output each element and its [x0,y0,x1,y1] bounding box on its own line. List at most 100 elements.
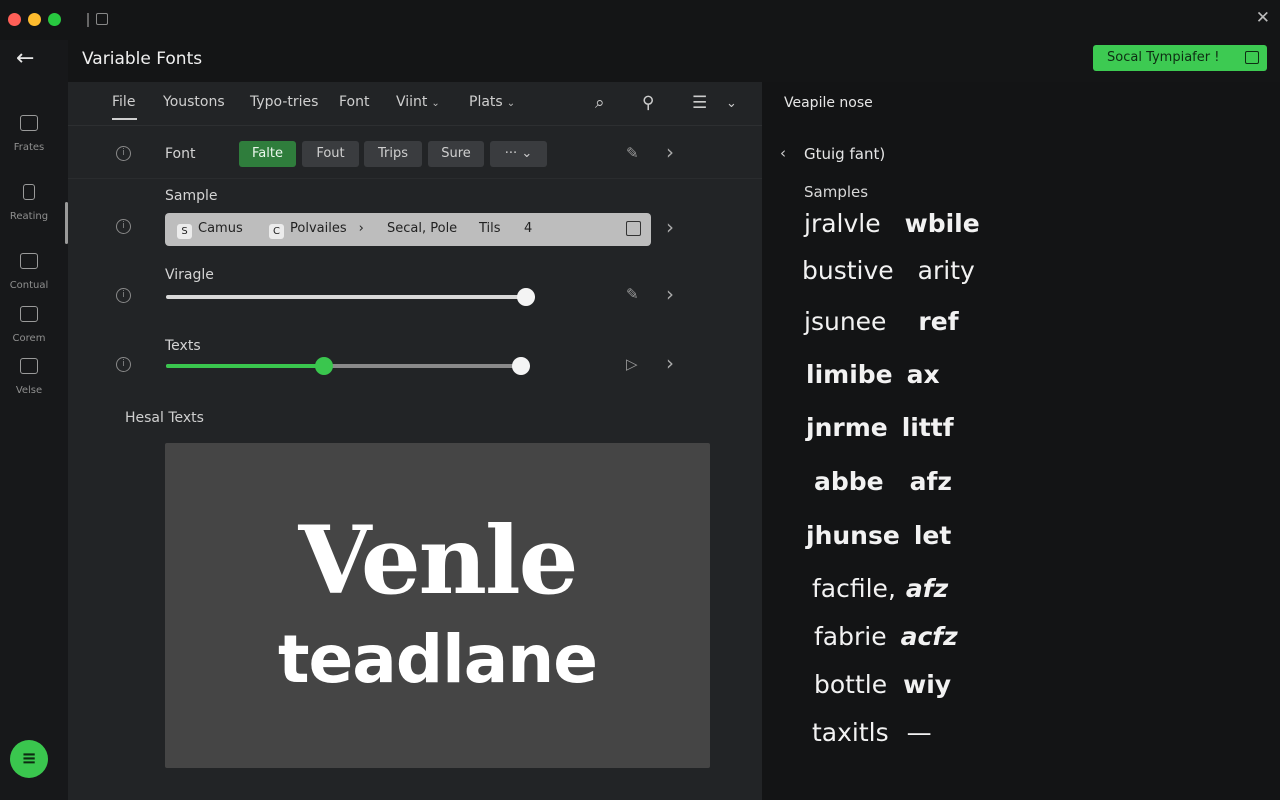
menu-typo-tries[interactable]: Typo-tries [250,94,318,110]
menu-font[interactable]: Font [339,94,369,110]
specimen-word-bold: abbe [814,467,884,496]
sample-badge: S [177,224,192,239]
social-template-button[interactable]: Socal Tympiafer ! [1093,45,1267,71]
back-link[interactable]: Gtuig fant) [804,145,885,163]
slider-handle[interactable] [517,288,535,306]
font-preview-canvas: Venle teadlane [165,443,710,768]
sample-count[interactable]: 4 [524,221,532,236]
specimen-item[interactable]: jralvle wbile [804,209,980,238]
specimen-item[interactable]: jnrme littf [806,413,954,442]
search-icon[interactable]: ⌕ [595,93,605,113]
viragle-slider[interactable] [166,288,535,306]
font-chip-sure[interactable]: Sure [428,141,484,167]
info-icon[interactable]: i [116,288,131,303]
sample-badge: C [269,224,284,239]
font-chip-fout[interactable]: Fout [302,141,359,167]
specimen-item[interactable]: abbe afz [814,467,952,496]
rail-item-reating[interactable]: Reating [0,184,58,223]
play-icon[interactable]: ▷ [626,355,638,373]
rail-item-frates[interactable]: Frates [0,115,58,154]
specimen-item[interactable]: jhunse let [806,521,951,550]
list-icon[interactable]: ☰ [692,93,707,113]
close-icon[interactable]: ✕ [1256,8,1270,28]
font-chip-trips[interactable]: Trips [364,141,422,167]
rail-item-label: Reating [9,211,49,222]
menu-file[interactable]: File [112,94,135,110]
back-arrow-icon[interactable]: ← [16,46,34,71]
specimen-item[interactable]: taxitls — [812,718,932,747]
specimen-item[interactable]: fabrie acfz [814,622,958,651]
specimen-panel: Veapile nose ‹ Gtuig fant) Samples jralv… [762,82,1280,800]
preview-line-1: Venle [298,506,579,616]
sample-secal-pole[interactable]: Secal, Pole [387,221,457,236]
copy-icon [20,358,38,374]
chevron-right-icon[interactable]: › [666,215,674,239]
key-icon[interactable]: ⚲ [642,93,654,113]
specimen-word-bold: ref [918,307,959,336]
specimen-item[interactable]: limibe ax [806,360,940,389]
menu-label: Viint [396,94,428,110]
preview-title: Hesal Texts [125,410,204,426]
chevron-left-icon[interactable]: ‹ [780,144,786,162]
specimen-word-bold: jhunse [806,521,900,550]
specimen-item[interactable]: bustive arity [802,256,975,285]
sample-bar[interactable]: S Camus C Polvailes › Secal, Pole Tils 4 [165,213,651,246]
sample-text: Camus [198,221,243,236]
title-bar: ✕ [0,0,1280,40]
chevron-down-icon: ⌄ [506,98,516,109]
chevron-right-icon[interactable]: › [666,351,674,375]
sample-tils[interactable]: Tils [479,221,501,236]
font-chip-more[interactable]: ··· ⌄ [490,141,547,167]
chevron-down-icon[interactable]: ⌄ [726,96,737,111]
menu-viint[interactable]: Viint ⌄ [396,94,440,110]
list-menu-button[interactable]: ≡ [10,740,48,778]
specimen-item[interactable]: facfile, afz [812,574,948,603]
info-icon[interactable]: i [116,219,131,234]
sample-text: Polvailes [290,221,347,236]
specimen-word-bold: let [913,521,952,550]
specimen-word: jsunee [804,307,887,336]
edit-icon[interactable]: ✎ [626,144,639,162]
app-title: Variable Fonts [82,49,203,69]
minimize-window-button[interactable] [28,13,41,26]
slider-handle-low[interactable] [314,357,333,375]
panel-title: Veapile nose [784,95,873,111]
edit-icon[interactable]: ✎ [626,285,639,303]
info-icon[interactable]: i [116,146,131,161]
font-chip-falte[interactable]: Falte [239,141,296,167]
menu-plats[interactable]: Plats ⌄ [469,94,515,110]
chevron-right-icon: › [358,221,364,236]
specimen-item[interactable]: bottle wiy [814,670,951,699]
rail-item-corem[interactable]: Corem [0,306,58,345]
chevron-right-icon[interactable]: › [666,282,674,306]
specimen-word: bottle [814,670,888,699]
maximize-window-button[interactable] [48,13,61,26]
close-window-button[interactable] [8,13,21,26]
sample-camus[interactable]: S Camus [177,221,243,239]
info-icon[interactable]: i [116,357,131,372]
rail-item-label: Corem [12,333,46,344]
menu-active-underline [112,118,137,120]
grid-icon[interactable] [626,221,641,236]
specimen-word-bold: afz [909,467,952,496]
sample-row-label: Sample [165,188,218,204]
sample-polvailes[interactable]: C Polvailes › [269,221,364,239]
image-icon[interactable] [96,13,108,25]
chevron-right-icon[interactable]: › [666,140,674,164]
specimen-word: jralvle [804,209,881,238]
slider-handle-high[interactable] [512,357,530,375]
specimen-word-bold: limibe [806,360,893,389]
texts-slider[interactable] [166,357,530,375]
specimen-item[interactable]: jsunee ref [804,307,959,336]
panels-icon [20,253,38,269]
specimen-word-bold: wbile [904,209,980,238]
menu-bar: File Youstons Typo-tries Font Viint ⌄ Pla… [68,82,762,126]
rail-item-contual[interactable]: Contual [0,253,58,292]
layers-icon [20,306,38,322]
menu-youstons[interactable]: Youstons [163,94,225,110]
specimen-word-bold: littf [901,413,954,442]
specimen-word-bold: wiy [903,670,952,699]
sidebar-toggle-icon[interactable] [87,13,89,27]
rail-item-velse[interactable]: Velse [0,358,58,397]
preview-line-2: teadlane [277,621,598,698]
